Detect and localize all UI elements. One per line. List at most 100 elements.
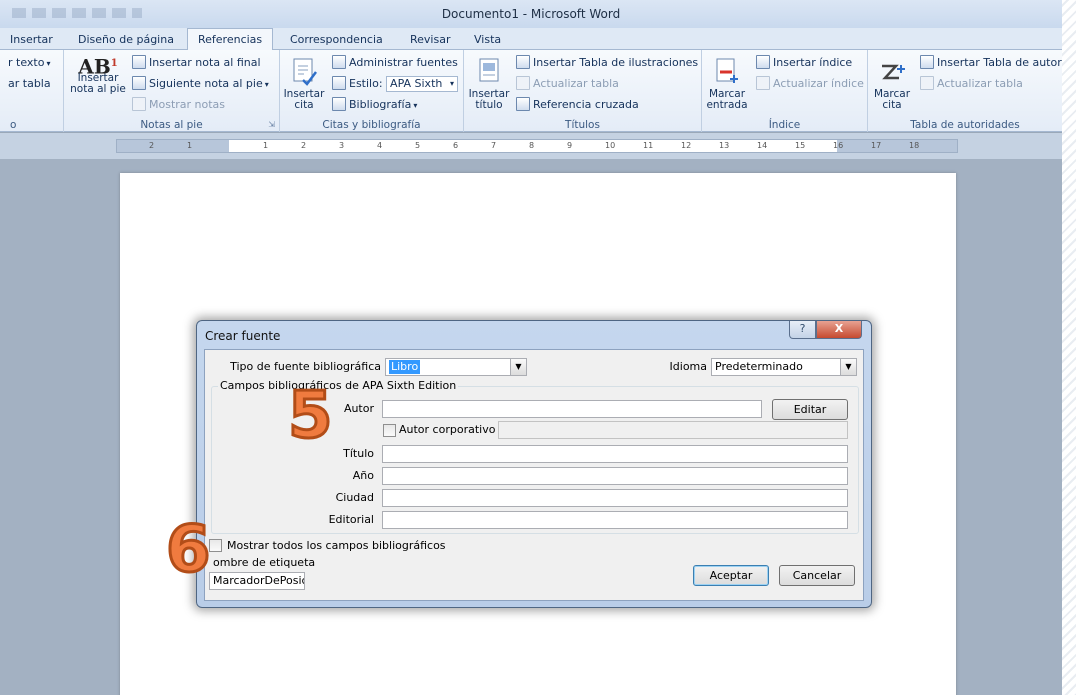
ruler-tick-label: 13 (719, 141, 730, 150)
language-label: Idioma (669, 360, 707, 373)
tab-vista[interactable]: Vista (474, 31, 501, 50)
cancel-button[interactable]: Cancelar (779, 565, 855, 586)
update-table-toc-button[interactable]: ar tabla (8, 77, 51, 90)
ruler-tick-label: 1 (263, 141, 269, 150)
tag-name-field[interactable]: MarcadorDePosició (209, 572, 305, 590)
mark-citation-icon (882, 64, 905, 80)
cross-reference-button[interactable]: Referencia cruzada (516, 97, 639, 111)
close-icon[interactable]: X (816, 321, 862, 339)
insert-footnote-button[interactable]: AB1 Insertar nota al pie (68, 57, 128, 95)
group-label: o (10, 119, 17, 131)
show-all-fields-label: Mostrar todos los campos bibliográficos (227, 539, 446, 552)
ruler-tick-label: 3 (339, 141, 345, 150)
step-5-annotation: 5 (287, 379, 335, 453)
insert-table-authorities-button[interactable]: Insertar Tabla de autori (920, 55, 1062, 69)
ruler-tick-label: 9 (567, 141, 573, 150)
ruler-bar: 321123456789101112131415161718 (0, 133, 1062, 159)
update-table-authorities-button[interactable]: Actualizar tabla (920, 76, 1023, 90)
group-label: Notas al pie (140, 119, 203, 131)
ruler-tick-label: 5 (415, 141, 421, 150)
manage-sources-button[interactable]: Administrar fuentes (332, 55, 458, 69)
city-field[interactable] (382, 489, 848, 507)
group-authorities: Marcar cita Insertar Tabla de autori Act… (868, 50, 1062, 132)
group-label: Índice (768, 119, 801, 131)
source-type-select[interactable]: Libro ▼ (385, 358, 527, 376)
tag-name-label: ombre de etiqueta (213, 556, 316, 569)
update-table-button[interactable]: Actualizar tabla (516, 76, 619, 90)
show-notes-button[interactable]: Mostrar notas (132, 97, 225, 111)
left-margin-area (117, 140, 229, 152)
show-notes-icon (132, 97, 146, 111)
ribbon: r texto ▾ ar tabla o AB1 Insertar nota al… (0, 50, 1062, 132)
style-selector[interactable]: Estilo: APA Sixth ▾ (332, 76, 459, 92)
ok-button[interactable]: Aceptar (693, 565, 769, 586)
ruler-tick-label: 2 (301, 141, 307, 150)
horizontal-ruler[interactable]: 321123456789101112131415161718 (116, 139, 958, 153)
corporate-author-label: Autor corporativo (399, 423, 496, 436)
next-footnote-icon (132, 76, 146, 90)
edit-author-button[interactable]: Editar (772, 399, 848, 420)
citation-icon (293, 58, 317, 86)
ruler-tick-label: 8 (529, 141, 535, 150)
group-toc: r texto ▾ ar tabla o (0, 50, 64, 132)
right-margin-area (837, 140, 957, 152)
mark-citation-button[interactable]: Marcar cita (870, 56, 914, 111)
insert-endnote-button[interactable]: Insertar nota al final (132, 55, 261, 69)
table-authorities-icon (920, 55, 934, 69)
dialog-launcher-icon[interactable]: ⇲ (268, 120, 275, 129)
author-field[interactable] (382, 400, 762, 418)
year-label: Año (352, 469, 374, 482)
update-table-icon (516, 76, 530, 90)
word-window: Documento1 - Microsoft Word Insertar Dis… (0, 0, 1062, 695)
update-table-icon (920, 76, 934, 90)
help-icon[interactable]: ? (789, 321, 816, 339)
ruler-tick-label: 12 (681, 141, 692, 150)
create-source-dialog: Crear fuente ? X Tipo de fuente bibliogr… (196, 320, 872, 608)
ruler-tick-label: 17 (871, 141, 882, 150)
ruler-tick-label: 2 (149, 141, 155, 150)
tab-insertar[interactable]: Insertar (10, 31, 53, 50)
bibliography-button[interactable]: Bibliografía ▾ (332, 97, 417, 111)
year-field[interactable] (382, 467, 848, 485)
mark-entry-button[interactable]: Marcar entrada (704, 56, 750, 111)
mark-entry-icon (716, 58, 738, 83)
ruler-tick-label: 11 (643, 141, 654, 150)
insert-table-figures-button[interactable]: Insertar Tabla de ilustraciones (516, 55, 698, 69)
dialog-title: Crear fuente (205, 329, 281, 343)
show-all-fields-checkbox[interactable] (209, 539, 222, 552)
ruler-tick-label: 16 (833, 141, 844, 150)
group-label: Tabla de autoridades (910, 119, 1020, 131)
update-text-button[interactable]: r texto ▾ (8, 56, 50, 69)
group-captions: Insertar título Insertar Tabla de ilustr… (464, 50, 702, 132)
insert-caption-button[interactable]: Insertar título (466, 56, 512, 111)
chevron-down-icon: ▼ (510, 359, 526, 375)
corporate-author-field (498, 421, 848, 439)
tab-referencias[interactable]: Referencias (187, 28, 274, 51)
update-index-button[interactable]: Actualizar índice (756, 76, 864, 90)
publisher-label: Editorial (328, 513, 374, 526)
ruler-tick-label: 6 (453, 141, 459, 150)
tab-diseno-pagina[interactable]: Diseño de página (78, 31, 174, 50)
tab-revisar[interactable]: Revisar (410, 31, 450, 50)
style-dropdown[interactable]: APA Sixth ▾ (386, 76, 459, 92)
insert-citation-button[interactable]: Insertar cita (282, 56, 326, 111)
fields-legend: Campos bibliográficos de APA Sixth Editi… (218, 379, 459, 392)
endnote-icon (132, 55, 146, 69)
publisher-field[interactable] (382, 511, 848, 529)
insert-index-button[interactable]: Insertar índice (756, 55, 852, 69)
tab-correspondencia[interactable]: Correspondencia (290, 31, 383, 50)
update-index-icon (756, 76, 770, 90)
group-citations: Insertar cita Administrar fuentes Estilo… (280, 50, 464, 132)
title-bar: Documento1 - Microsoft Word (0, 0, 1062, 28)
insert-index-icon (756, 55, 770, 69)
title-field[interactable] (382, 445, 848, 463)
group-label: Títulos (565, 119, 600, 131)
table-figures-icon (516, 55, 530, 69)
corporate-author-checkbox[interactable] (383, 424, 396, 437)
chevron-down-icon: ▼ (840, 359, 856, 375)
ruler-tick-label: 4 (377, 141, 383, 150)
ruler-tick-label: 10 (605, 141, 616, 150)
language-select[interactable]: Predeterminado ▼ (711, 358, 857, 376)
caption-icon (479, 58, 499, 82)
next-footnote-button[interactable]: Siguiente nota al pie ▾ (132, 76, 269, 90)
